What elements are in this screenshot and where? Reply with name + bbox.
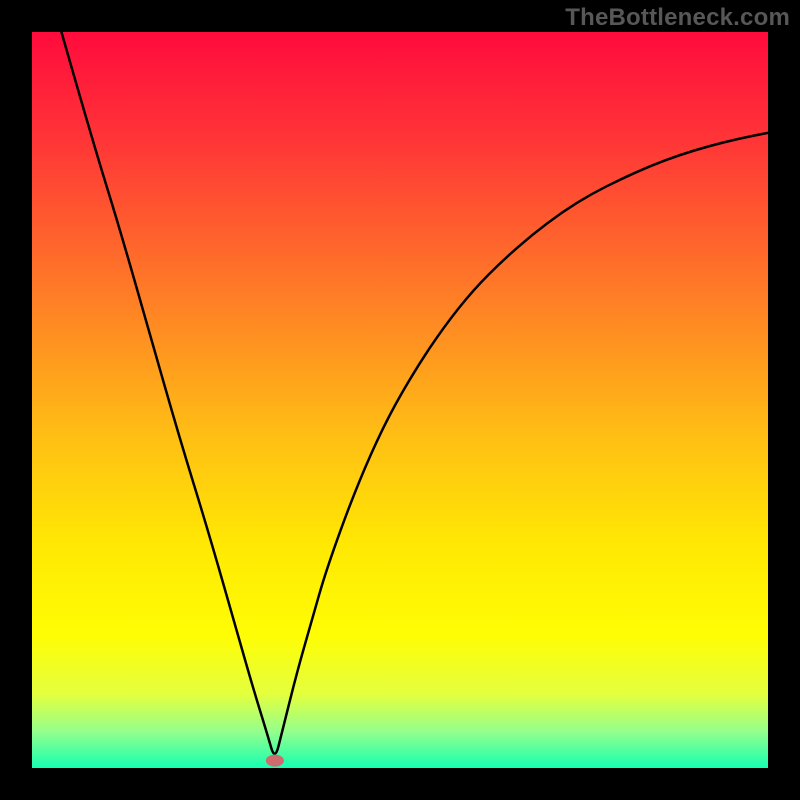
plot-area: [32, 32, 768, 768]
chart-frame: TheBottleneck.com: [0, 0, 800, 800]
watermark-text: TheBottleneck.com: [565, 4, 790, 32]
gradient-background: [32, 32, 768, 768]
minimum-marker: [266, 755, 284, 767]
chart-svg: [32, 32, 768, 768]
